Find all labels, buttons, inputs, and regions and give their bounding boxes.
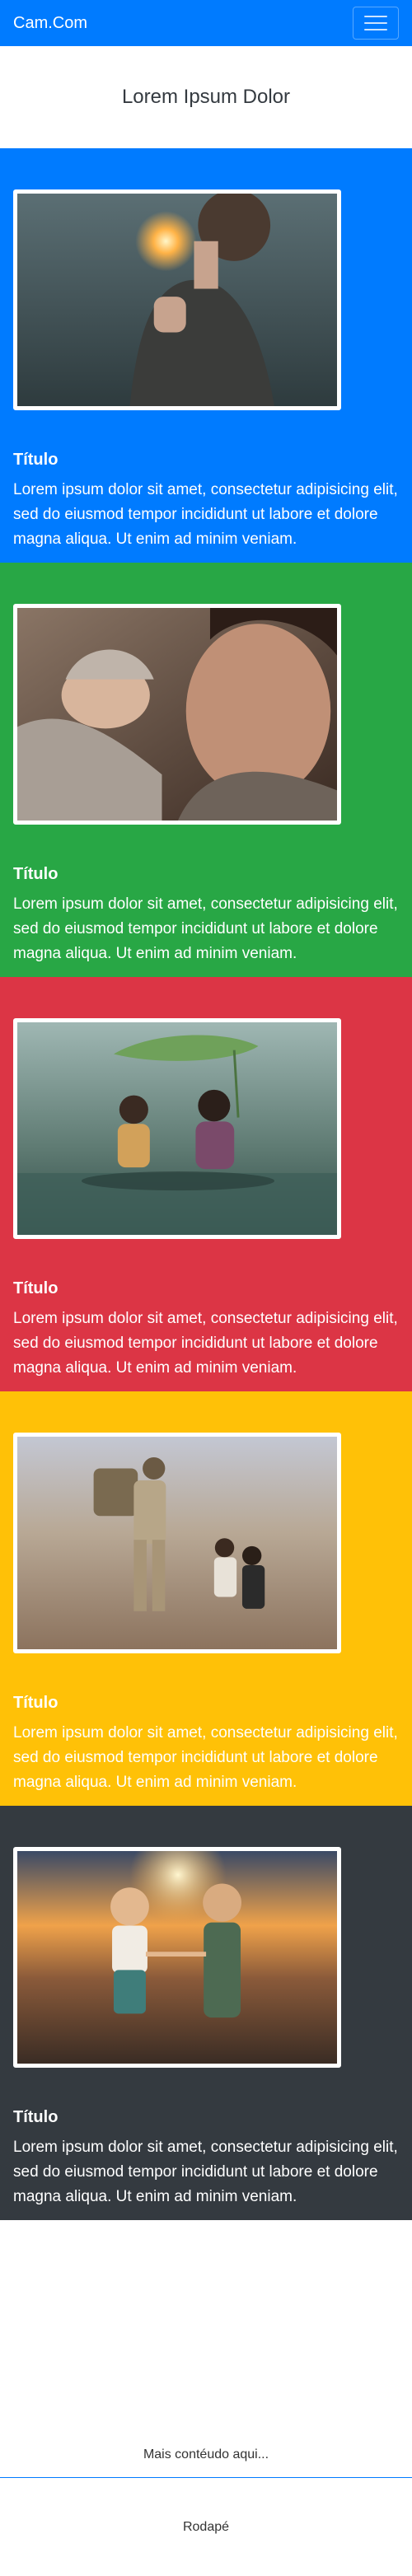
soldier-and-children-photo (13, 1433, 341, 1653)
hero: Lorem Ipsum Dolor (0, 46, 412, 148)
menu-bar-line (364, 29, 387, 30)
woman-with-sparkler-photo (13, 189, 341, 410)
feature-section-4: Título Lorem ipsum dolor sit amet, conse… (0, 1391, 412, 1806)
card-title: Título (13, 1694, 59, 1712)
menu-bar-line (364, 16, 387, 17)
more-content-text: Mais contéudo aqui... (143, 2447, 269, 2461)
page-title: Lorem Ipsum Dolor (121, 86, 291, 108)
feature-section-2: Título Lorem ipsum dolor sit amet, conse… (0, 563, 412, 977)
card-title: Título (13, 1279, 59, 1297)
more-content: Mais contéudo aqui... (0, 2220, 412, 2477)
card-title: Título (13, 451, 59, 469)
card-text: Lorem ipsum dolor sit amet, consectetur … (13, 2139, 398, 2205)
feature-section-1: Título Lorem ipsum dolor sit amet, conse… (0, 148, 412, 563)
children-under-leaf-photo (13, 1018, 341, 1239)
card-title: Título (13, 865, 59, 883)
feature-section-5: Título Lorem ipsum dolor sit amet, conse… (0, 1806, 412, 2220)
feature-section-3: Título Lorem ipsum dolor sit amet, conse… (0, 977, 412, 1391)
card-text: Lorem ipsum dolor sit amet, consectetur … (13, 481, 398, 548)
hamburger-menu-icon[interactable] (353, 7, 399, 40)
card-text: Lorem ipsum dolor sit amet, consectetur … (13, 1310, 398, 1377)
footer: Rodapé (0, 2478, 412, 2576)
card-text: Lorem ipsum dolor sit amet, consectetur … (13, 1724, 398, 1791)
navbar: Cam.Com (0, 0, 412, 46)
brand-link[interactable]: Cam.Com (13, 14, 87, 33)
footer-text: Rodapé (182, 2519, 230, 2534)
card-title: Título (13, 2108, 59, 2126)
card-text: Lorem ipsum dolor sit amet, consectetur … (13, 895, 398, 962)
two-kids-holding-hands-photo (13, 1847, 341, 2068)
father-and-baby-photo (13, 604, 341, 825)
menu-bar-line (364, 22, 387, 24)
